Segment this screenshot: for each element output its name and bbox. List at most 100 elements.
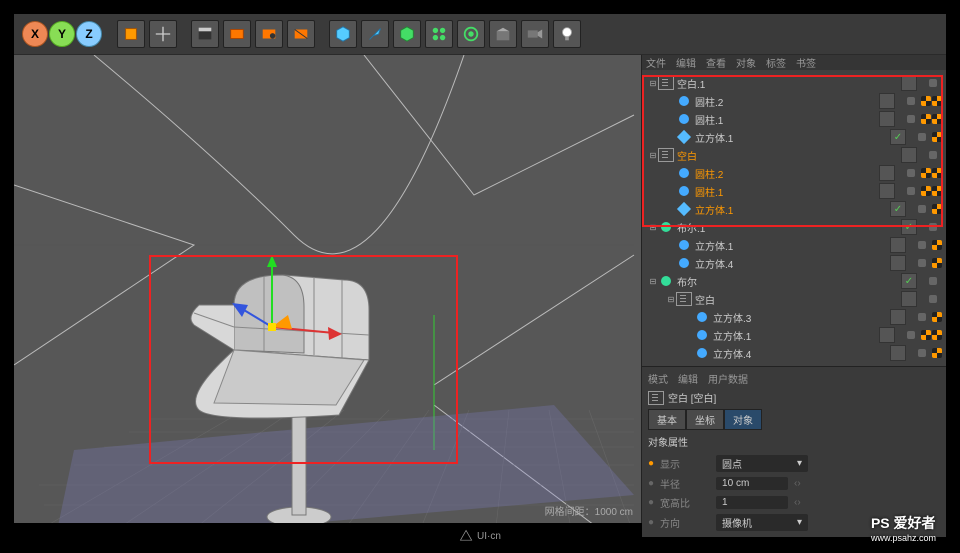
expander-icon[interactable]: ⊟ — [648, 223, 658, 232]
tree-row[interactable]: 立方体.1 — [642, 326, 946, 344]
visibility-toggle[interactable] — [886, 255, 910, 271]
tab-file[interactable]: 文件 — [646, 55, 666, 70]
visibility-toggle[interactable] — [886, 345, 910, 361]
object-tree[interactable]: ⊟空白.1圆柱.2圆柱.1立方体.1✓⊟空白圆柱.2圆柱.1立方体.1✓⊟布尔.… — [642, 70, 946, 366]
visibility-toggle[interactable] — [875, 183, 899, 199]
tree-item-label: 空白.1 — [677, 76, 897, 91]
pen-tool-icon[interactable] — [361, 20, 389, 48]
tag-column[interactable] — [907, 96, 942, 106]
tree-row[interactable]: 立方体.1 — [642, 236, 946, 254]
visibility-toggle[interactable] — [875, 111, 899, 127]
tree-row[interactable]: 立方体.1✓ — [642, 200, 946, 218]
attr-tab-edit[interactable]: 编辑 — [678, 371, 698, 386]
subtab-object[interactable]: 对象 — [724, 409, 762, 430]
boolean-icon — [658, 274, 674, 288]
tree-row[interactable]: ⊟空白 — [642, 290, 946, 308]
tree-row[interactable]: 圆柱.2 — [642, 164, 946, 182]
tree-row[interactable]: ⊟布尔.1✓ — [642, 218, 946, 236]
tag-column[interactable] — [929, 295, 942, 303]
camera-icon[interactable] — [521, 20, 549, 48]
tag-column[interactable] — [929, 223, 942, 231]
tag-column[interactable] — [918, 312, 942, 322]
expander-icon[interactable]: ⊟ — [648, 277, 658, 286]
cube-icon — [676, 202, 692, 216]
tag-column[interactable] — [929, 151, 942, 159]
tag-column[interactable] — [918, 132, 942, 142]
attr-direction-dropdown[interactable]: 摄像机▾ — [716, 514, 808, 531]
tree-row[interactable]: ⊟ 空白.1 — [642, 74, 946, 92]
object-icon — [676, 112, 692, 126]
expander-icon[interactable]: ⊟ — [666, 295, 676, 304]
attr-object-title: 空白 [空白] — [668, 390, 716, 405]
tag-column[interactable] — [918, 258, 942, 268]
tree-row[interactable]: 圆柱.1 — [642, 110, 946, 128]
deformer-icon[interactable] — [457, 20, 485, 48]
grid-hud-text: 网格间距：1000 cm — [545, 503, 633, 518]
tab-object[interactable]: 对象 — [736, 55, 756, 70]
nurbs-icon[interactable] — [393, 20, 421, 48]
tab-edit[interactable]: 编辑 — [676, 55, 696, 70]
attr-ratio-label: 宽高比 — [660, 495, 710, 510]
primitive-cube-icon[interactable] — [329, 20, 357, 48]
tree-row[interactable]: 立方体.4 — [642, 254, 946, 272]
tag-column[interactable] — [918, 240, 942, 250]
expander-icon[interactable]: ⊟ — [648, 79, 658, 88]
footer-watermark: UI·cn — [459, 529, 501, 543]
axis-x-button[interactable]: X — [22, 21, 48, 47]
axis-y-button[interactable]: Y — [49, 21, 75, 47]
expander-icon[interactable]: ⊟ — [648, 151, 658, 160]
axis-tool-icon[interactable] — [149, 20, 177, 48]
scene-icon[interactable] — [489, 20, 517, 48]
visibility-toggle[interactable] — [875, 327, 899, 343]
visibility-toggle[interactable] — [875, 93, 899, 109]
visibility-toggle[interactable]: ✓ — [886, 129, 910, 145]
tag-column[interactable] — [918, 204, 942, 214]
visibility-toggle[interactable]: ✓ — [897, 219, 921, 235]
visibility-toggle[interactable]: ✓ — [886, 201, 910, 217]
array-icon[interactable] — [425, 20, 453, 48]
attr-tab-mode[interactable]: 模式 — [648, 371, 668, 386]
axis-z-button[interactable]: Z — [76, 21, 102, 47]
tag-column[interactable] — [907, 186, 942, 196]
tree-row[interactable]: ⊟空白 — [642, 146, 946, 164]
subtab-coord[interactable]: 坐标 — [686, 409, 724, 430]
visibility-toggle[interactable]: ✓ — [897, 273, 921, 289]
tag-column[interactable] — [907, 330, 942, 340]
cube-tool-icon[interactable] — [117, 20, 145, 48]
tree-row[interactable]: ⊟布尔✓ — [642, 272, 946, 290]
visibility-toggle[interactable] — [875, 165, 899, 181]
tree-row[interactable]: 圆柱.2 — [642, 92, 946, 110]
mailbox-model[interactable] — [164, 255, 444, 523]
render-region-icon[interactable] — [255, 20, 283, 48]
subtab-basic[interactable]: 基本 — [648, 409, 686, 430]
tag-column[interactable] — [918, 348, 942, 358]
tab-label[interactable]: 标签 — [766, 55, 786, 70]
visibility-toggle[interactable] — [897, 75, 921, 91]
tab-view[interactable]: 查看 — [706, 55, 726, 70]
render-settings-icon[interactable] — [287, 20, 315, 48]
visibility-toggle[interactable] — [897, 291, 921, 307]
attr-radius-input[interactable]: 10 cm — [716, 477, 788, 490]
visibility-toggle[interactable] — [886, 309, 910, 325]
tree-item-label: 立方体.4 — [713, 346, 886, 361]
render-icon[interactable] — [223, 20, 251, 48]
viewport-3d[interactable]: 网格间距：1000 cm — [14, 55, 642, 523]
tag-column[interactable] — [929, 79, 942, 87]
attr-tab-userdata[interactable]: 用户数据 — [708, 371, 748, 386]
tag-column[interactable] — [929, 277, 942, 285]
tree-item-label: 立方体.1 — [695, 238, 886, 253]
tree-row[interactable]: 立方体.4 — [642, 344, 946, 362]
visibility-toggle[interactable] — [897, 147, 921, 163]
tree-item-label: 立方体.1 — [713, 328, 875, 343]
light-icon[interactable] — [553, 20, 581, 48]
attr-display-dropdown[interactable]: 圆点▾ — [716, 455, 808, 472]
visibility-toggle[interactable] — [886, 237, 910, 253]
tree-row[interactable]: 立方体.1✓ — [642, 128, 946, 146]
tab-bookmark[interactable]: 书签 — [796, 55, 816, 70]
tree-row[interactable]: 圆柱.1 — [642, 182, 946, 200]
tree-row[interactable]: 立方体.3 — [642, 308, 946, 326]
tag-column[interactable] — [907, 168, 942, 178]
clapboard-icon[interactable] — [191, 20, 219, 48]
tag-column[interactable] — [907, 114, 942, 124]
attr-ratio-input[interactable]: 1 — [716, 496, 788, 509]
